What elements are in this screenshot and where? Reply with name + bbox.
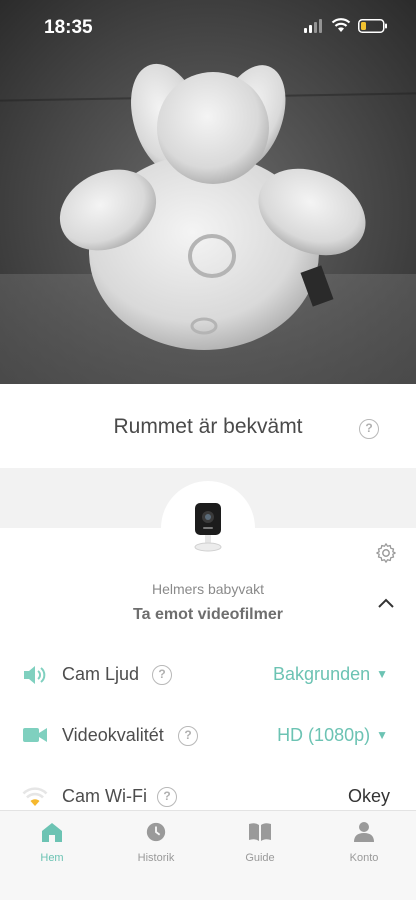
question-circle-icon[interactable]: ? bbox=[157, 787, 177, 807]
video-camera-icon bbox=[23, 728, 47, 742]
setting-row-cam-sound[interactable]: Cam Ljud ? Bakgrunden ▼ bbox=[0, 656, 416, 696]
tab-label: Guide bbox=[245, 852, 275, 864]
plush-bunny-image bbox=[59, 63, 366, 350]
camera-avatar bbox=[161, 481, 255, 575]
device-name: Helmers babyvakt bbox=[151, 581, 265, 597]
caret-down-icon: ▼ bbox=[376, 667, 388, 681]
home-icon bbox=[42, 823, 62, 842]
speaker-icon bbox=[24, 666, 46, 684]
caret-down-icon: ▼ bbox=[376, 728, 388, 742]
status-bar: 18:35 bbox=[0, 0, 416, 56]
question-circle-icon[interactable]: ? bbox=[359, 419, 379, 439]
wifi-status-value: Okey bbox=[347, 786, 390, 806]
person-icon bbox=[354, 822, 374, 842]
gear-icon[interactable] bbox=[375, 542, 397, 564]
tab-label: Konto bbox=[349, 852, 379, 864]
video-quality-dropdown[interactable]: HD (1080p) ▼ bbox=[277, 725, 388, 746]
baby-camera-icon bbox=[194, 503, 222, 552]
tab-account[interactable]: Konto bbox=[324, 821, 404, 864]
wifi-icon bbox=[22, 787, 48, 806]
setting-label: Cam Ljud bbox=[62, 664, 140, 684]
tab-history[interactable]: Historik bbox=[116, 821, 196, 864]
setting-row-video-quality[interactable]: Videokvalitét ? HD (1080p) ▼ bbox=[0, 717, 416, 757]
tab-guide[interactable]: Guide bbox=[220, 821, 300, 864]
comfort-status-title: Rummet är bekvämt bbox=[113, 415, 303, 438]
wifi-status-icon bbox=[331, 18, 351, 32]
battery-icon bbox=[358, 19, 387, 33]
question-circle-icon[interactable]: ? bbox=[178, 726, 198, 746]
tab-label: Hem bbox=[40, 852, 64, 864]
tab-label: Historik bbox=[137, 852, 175, 864]
book-icon bbox=[249, 823, 271, 841]
clock-icon bbox=[146, 822, 166, 842]
tab-home[interactable]: Hem bbox=[12, 821, 92, 864]
setting-label: Cam Wi-Fi bbox=[62, 786, 147, 806]
chevron-up-icon[interactable] bbox=[377, 597, 395, 609]
camera-feed[interactable] bbox=[0, 0, 416, 384]
tab-bar: Hem Historik Guide Konto bbox=[0, 810, 416, 900]
cellular-signal-icon bbox=[304, 19, 322, 33]
room-comfort-section: Rummet är bekvämt bbox=[0, 384, 416, 468]
question-circle-icon[interactable]: ? bbox=[152, 665, 172, 685]
receive-video-button[interactable]: Ta emot videofilmer bbox=[0, 606, 416, 624]
cam-sound-dropdown[interactable]: Bakgrunden ▼ bbox=[273, 664, 388, 685]
status-time: 18:35 bbox=[44, 17, 93, 38]
setting-label: Videokvalitét bbox=[62, 725, 164, 745]
